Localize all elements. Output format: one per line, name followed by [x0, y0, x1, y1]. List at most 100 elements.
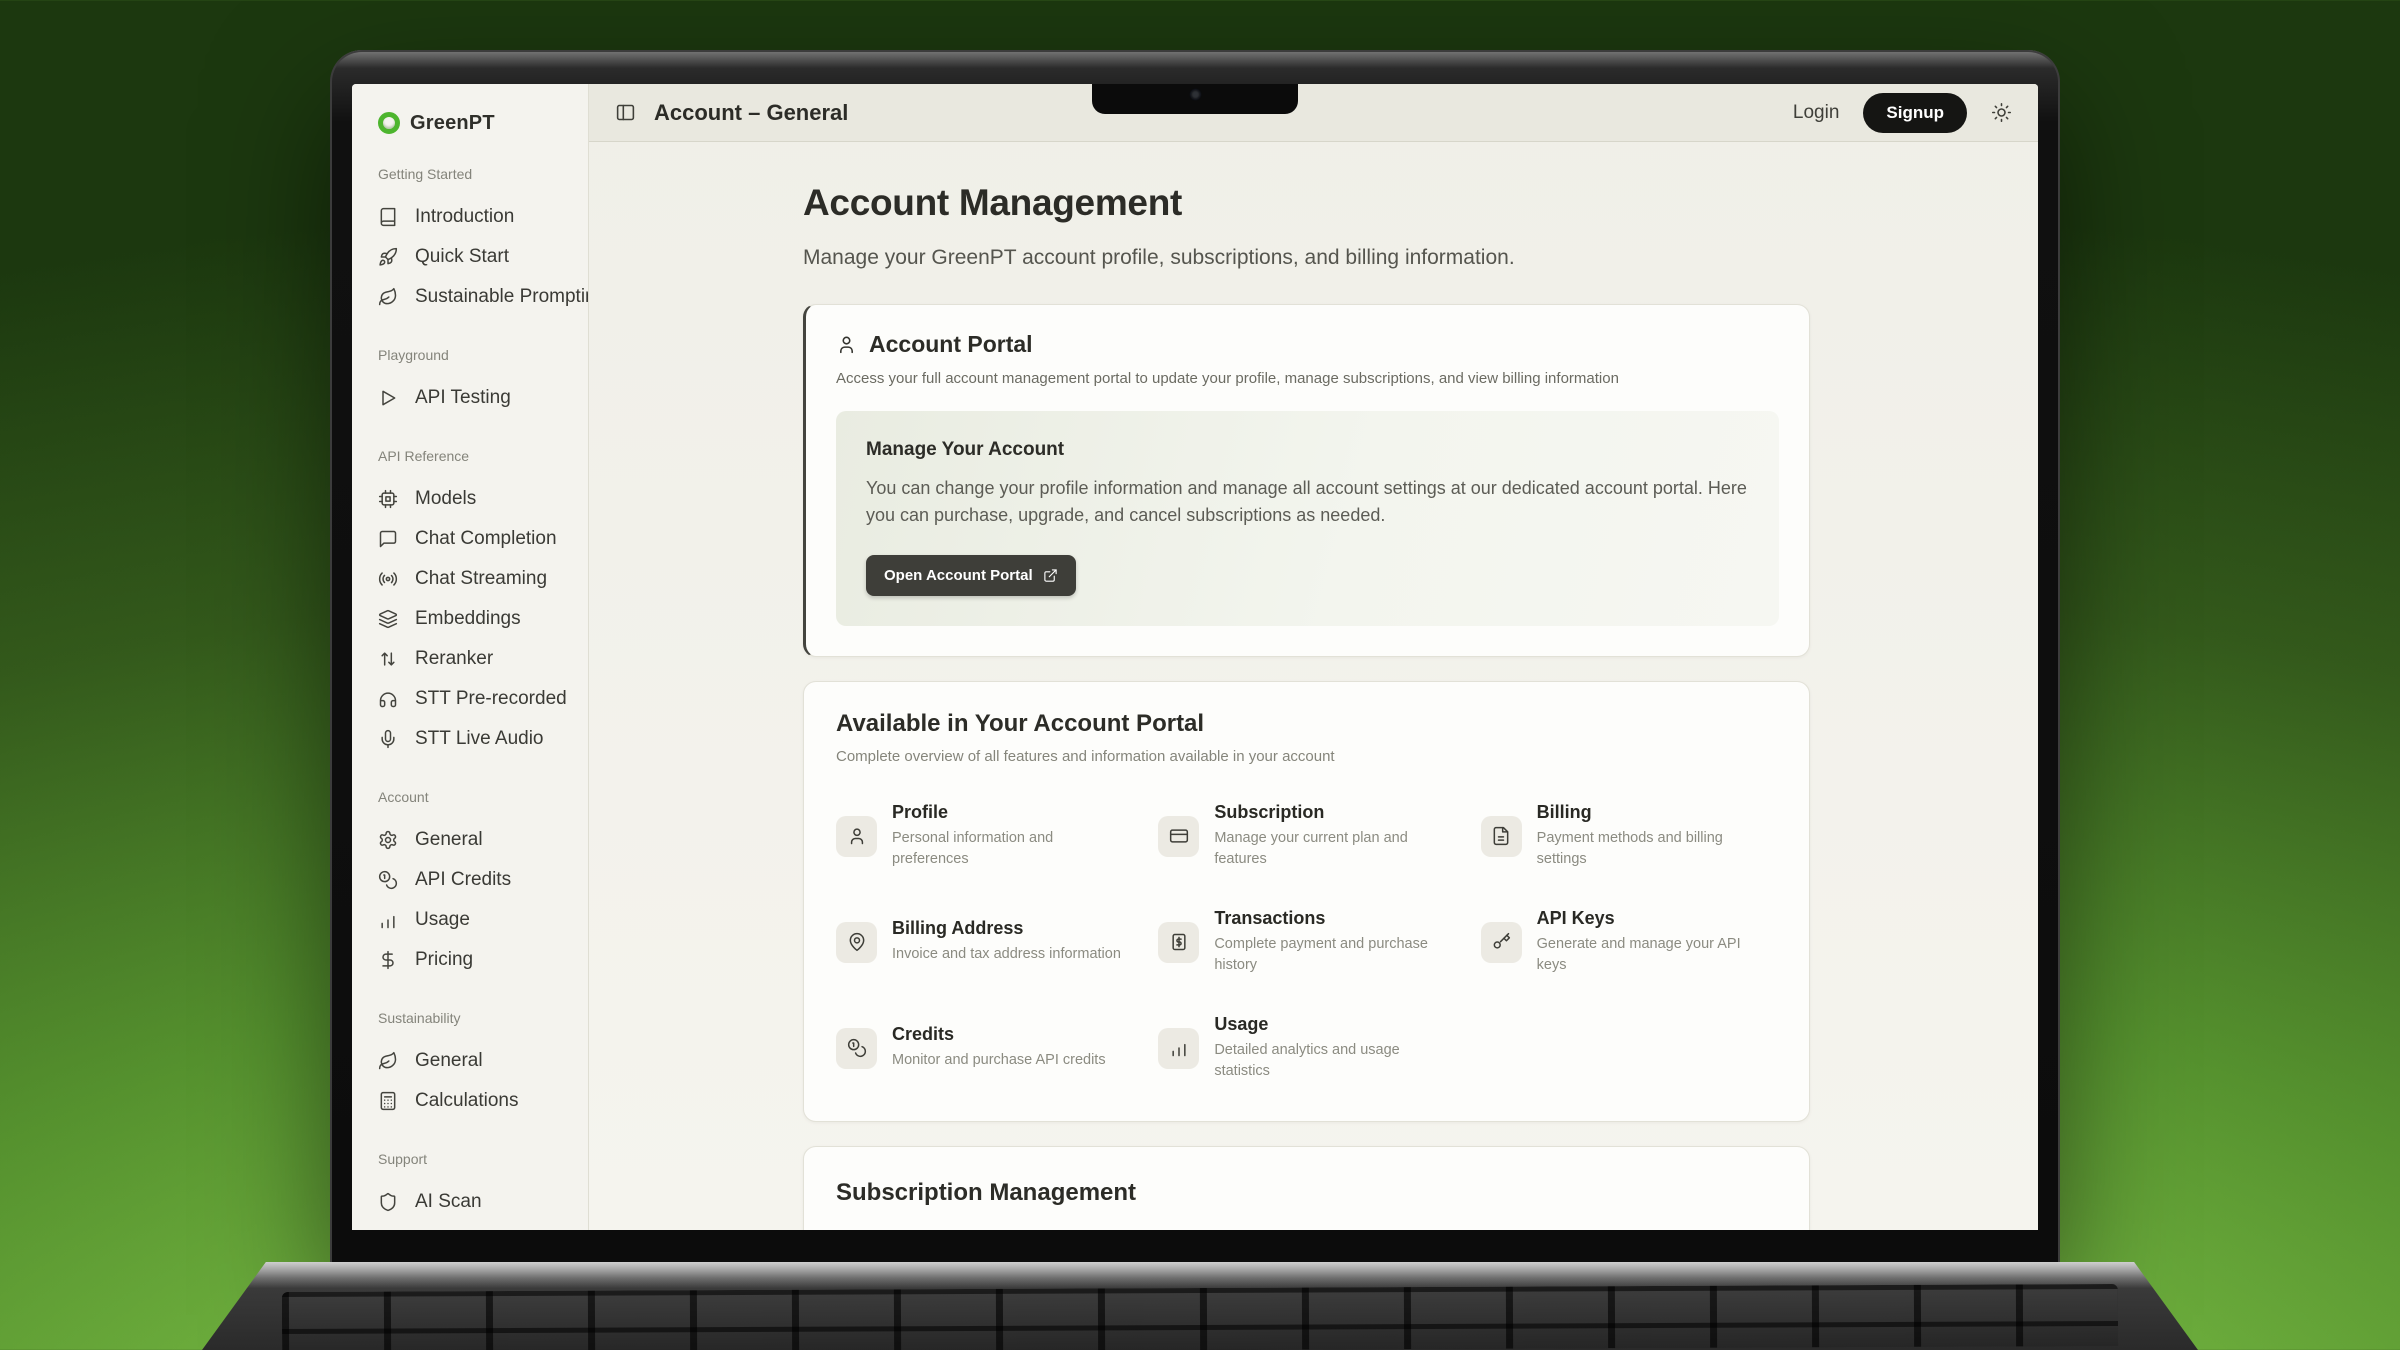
feature-billing: Billing Payment methods and billing setti…: [1481, 793, 1777, 879]
map-pin-icon: [836, 922, 877, 963]
sidebar-toggle-icon[interactable]: [615, 102, 636, 123]
keyboard-keys: [282, 1284, 2119, 1350]
sidebar-item-label: API Credits: [415, 869, 511, 891]
feature-billing-address: Billing Address Invoice and tax address i…: [836, 899, 1132, 985]
user-icon: [836, 816, 877, 857]
sidebar-section: Support AI Scan: [378, 1151, 578, 1222]
file-icon: [1481, 816, 1522, 857]
receipt-icon: [1158, 922, 1199, 963]
open-account-portal-label: Open Account Portal: [884, 567, 1033, 584]
sidebar: GreenPT Getting Started Introduction Quick…: [352, 84, 589, 1230]
sidebar-item-chat-streaming[interactable]: Chat Streaming: [378, 559, 578, 599]
sidebar-section-label: Getting Started: [378, 166, 578, 183]
greenpt-ring-icon: [378, 112, 400, 134]
sidebar-section: Playground API Testing: [378, 347, 578, 418]
laptop-mockup: GreenPT Getting Started Introduction Quick…: [330, 50, 2060, 1265]
feature-description: Manage your current plan and features: [1214, 828, 1444, 870]
sidebar-item-stt-live-audio[interactable]: STT Live Audio: [378, 719, 578, 759]
feature-usage: UsageDetailed analytics and usage statis…: [1158, 1005, 1454, 1091]
sidebar-item-label: Quick Start: [415, 246, 509, 268]
feature-text: Billing Address Invoice and tax address i…: [892, 918, 1121, 965]
feature-text: API Keys Generate and manage your API key…: [1537, 908, 1767, 976]
feature-title: API Keys: [1537, 908, 1767, 929]
feature-description: Detailed analytics and usage statistics: [1214, 1040, 1444, 1082]
features-card-title: Available in Your Account Portal: [836, 710, 1777, 738]
sidebar-item-chat-completion[interactable]: Chat Completion: [378, 519, 578, 559]
topbar-right: Login Signup: [1793, 93, 2012, 133]
bars-icon: [1158, 1028, 1199, 1069]
sidebar-item-reranker[interactable]: Reranker: [378, 639, 578, 679]
signup-button[interactable]: Signup: [1863, 93, 1967, 133]
feature-description: Invoice and tax address information: [892, 944, 1121, 965]
main-area: Account – General Login Signup Account M…: [589, 84, 2038, 1230]
sidebar-item-calculations[interactable]: Calculations: [378, 1081, 578, 1121]
chip-icon: [378, 489, 398, 509]
feature-description: Payment methods and billing settings: [1537, 828, 1767, 870]
sidebar-item-sustainable-prompting[interactable]: Sustainable Prompting: [378, 277, 578, 317]
feature-title: Billing: [1537, 802, 1767, 823]
sidebar-item-usage[interactable]: Usage: [378, 900, 578, 940]
sidebar-item-api-credits[interactable]: API Credits: [378, 860, 578, 900]
portal-card-description: Access your full account management port…: [836, 370, 1779, 387]
page-heading: Account Management: [803, 182, 1810, 224]
sidebar-item-embeddings[interactable]: Embeddings: [378, 599, 578, 639]
feature-title: Profile: [892, 802, 1122, 823]
webcam-icon: [1191, 90, 1200, 99]
feature-text: SubscriptionManage your current plan and…: [1214, 802, 1444, 870]
feature-description: Generate and manage your API keys: [1537, 934, 1767, 976]
coins-icon: [378, 870, 398, 890]
sidebar-item-label: STT Pre-recorded: [415, 688, 567, 710]
laptop-keyboard-deck: [202, 1262, 2198, 1350]
page-title: Account – General: [654, 100, 848, 126]
camera-notch: [1092, 84, 1298, 114]
sidebar-item-quick-start[interactable]: Quick Start: [378, 237, 578, 277]
sidebar-item-label: Sustainable Prompting: [415, 286, 589, 308]
feature-text: Credits Monitor and purchase API credits: [892, 1024, 1106, 1071]
shield-icon: [378, 1192, 398, 1212]
credit-card-icon: [1158, 816, 1199, 857]
bars-icon: [378, 910, 398, 930]
login-link[interactable]: Login: [1793, 102, 1840, 124]
panel-body: You can change your profile information …: [866, 475, 1749, 529]
sidebar-item-label: Chat Streaming: [415, 568, 547, 590]
sidebar-section-label: Playground: [378, 347, 578, 364]
sidebar-item-label: Models: [415, 488, 476, 510]
sidebar-item-label: AI Scan: [415, 1191, 482, 1213]
sidebar-section: API ReferenceModelsChat CompletionChat S…: [378, 448, 578, 759]
feature-title: Transactions: [1214, 908, 1444, 929]
portal-card-header: Account Portal: [836, 331, 1779, 358]
open-account-portal-button[interactable]: Open Account Portal: [866, 555, 1076, 596]
brand-name: GreenPT: [410, 112, 495, 135]
sidebar-item-general[interactable]: General: [378, 1041, 578, 1081]
sidebar-section-label: Support: [378, 1151, 578, 1168]
sidebar-item-ai-scan[interactable]: AI Scan: [378, 1182, 578, 1222]
brand[interactable]: GreenPT: [378, 110, 578, 136]
sidebar-item-models[interactable]: Models: [378, 479, 578, 519]
subscription-management-card: Subscription Management: [803, 1146, 1810, 1230]
sidebar-section-label: Account: [378, 789, 578, 806]
sidebar-item-stt-pre-recorded[interactable]: STT Pre-recorded: [378, 679, 578, 719]
features-grid: Profile Personal information and preferen…: [836, 793, 1777, 1091]
sidebar-item-api-testing[interactable]: API Testing: [378, 378, 578, 418]
feature-description: Personal information and preferences: [892, 828, 1122, 870]
feature-text: TransactionsComplete payment and purchas…: [1214, 908, 1444, 976]
sidebar-item-label: Reranker: [415, 648, 493, 670]
feature-title: Credits: [892, 1024, 1106, 1045]
sidebar-item-general[interactable]: General: [378, 820, 578, 860]
sidebar-item-label: Introduction: [415, 206, 514, 228]
sidebar-item-introduction[interactable]: Introduction: [378, 197, 578, 237]
layers-icon: [378, 609, 398, 629]
laptop-screen: GreenPT Getting Started Introduction Quick…: [352, 84, 2038, 1230]
rocket-icon: [378, 247, 398, 267]
features-card: Available in Your Account Portal Complet…: [803, 681, 1810, 1122]
feature-text: Billing Payment methods and billing setti…: [1537, 802, 1767, 870]
account-portal-card: Account Portal Access your full account …: [803, 304, 1810, 657]
sun-icon[interactable]: [1991, 102, 2012, 123]
feature-transactions: TransactionsComplete payment and purchas…: [1158, 899, 1454, 985]
sidebar-item-label: API Testing: [415, 387, 511, 409]
feature-description: Monitor and purchase API credits: [892, 1050, 1106, 1071]
feature-title: Billing Address: [892, 918, 1121, 939]
subscription-card-title: Subscription Management: [836, 1179, 1777, 1207]
sidebar-item-pricing[interactable]: Pricing: [378, 940, 578, 980]
leaf-icon: [378, 287, 398, 307]
